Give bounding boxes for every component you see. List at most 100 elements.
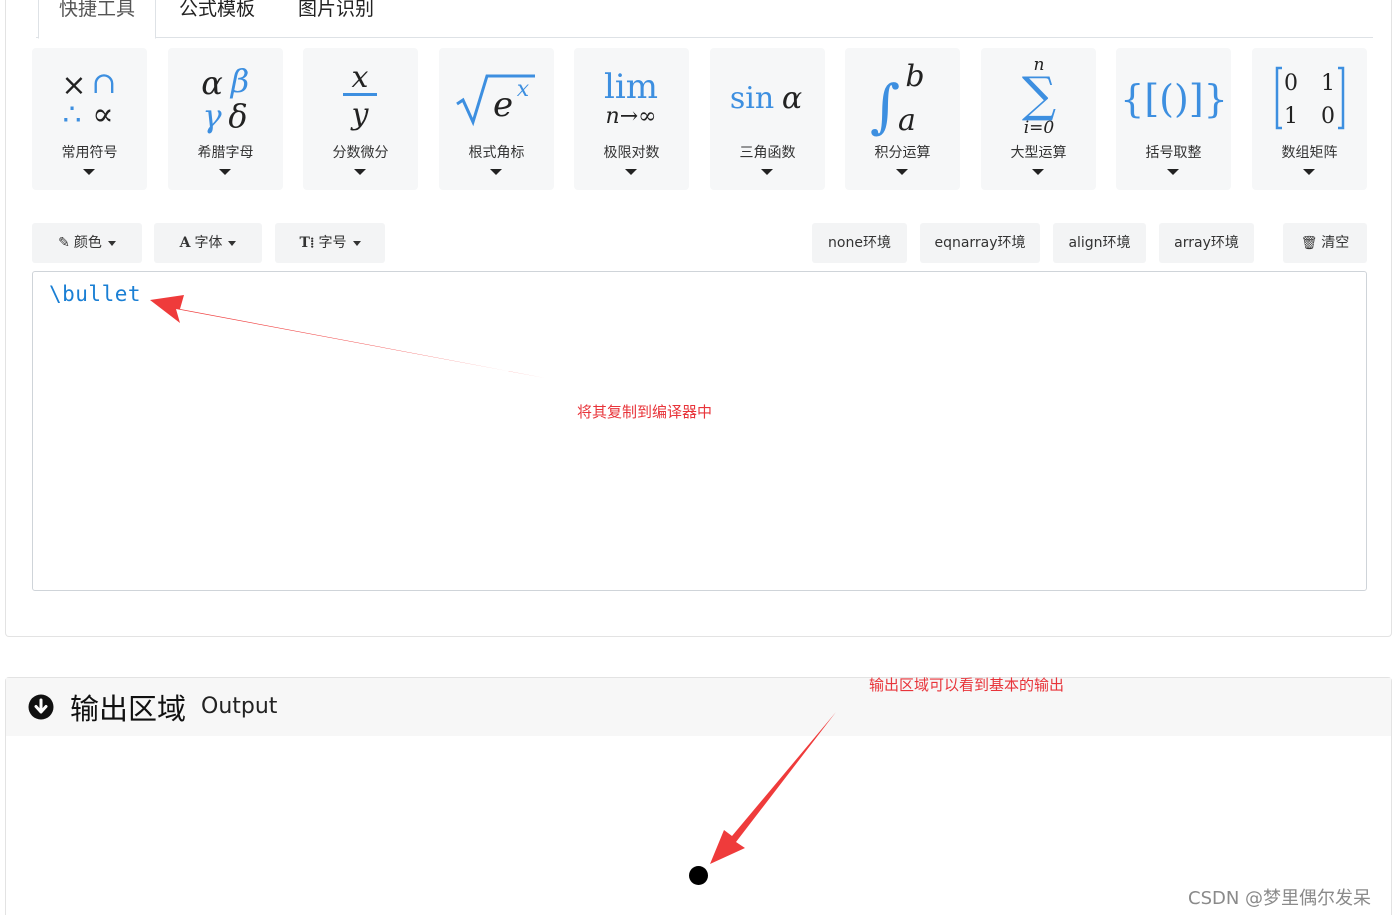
tool-label: 数组矩阵 [1281, 145, 1338, 161]
svg-text:n→∞: n→∞ [606, 104, 657, 129]
svg-text:e: e [493, 85, 513, 125]
font-label: 字体 [194, 235, 223, 251]
env-label: array环境 [1174, 235, 1239, 251]
rendered-bullet [689, 866, 708, 885]
tool-common-symbols[interactable]: × ∩ ∴ ∝ 常用符号 [32, 48, 147, 190]
tool-label: 常用符号 [61, 145, 118, 161]
font-icon: A [179, 235, 191, 251]
tool-trig[interactable]: sin α 三角函数 [710, 48, 825, 190]
svg-text:∝: ∝ [92, 95, 114, 133]
integral-icon: ∫ b a [845, 54, 960, 138]
size-dropdown-button[interactable]: T⁞ 字号 [275, 223, 385, 263]
svg-text:x: x [517, 77, 530, 102]
svg-text:sin: sin [730, 81, 774, 116]
tool-label: 分数微分 [332, 145, 389, 161]
svg-text:0: 0 [1284, 71, 1298, 96]
output-header: 输出区域 Output [6, 678, 1391, 736]
none-env-button[interactable]: none环境 [812, 223, 907, 263]
caret-down-icon [625, 169, 637, 175]
tab-image-recognition[interactable]: 图片识别 [278, 0, 394, 38]
tool-label: 极限对数 [603, 145, 660, 161]
env-label: align环境 [1068, 235, 1131, 251]
tool-roots[interactable]: e x 根式角标 [439, 48, 554, 190]
svg-text:α: α [782, 81, 802, 116]
caret-down-icon [83, 169, 95, 175]
caret-down-icon [896, 169, 908, 175]
svg-text:0: 0 [1321, 104, 1335, 129]
tool-label: 括号取整 [1145, 145, 1202, 161]
fraction-icon: x y [303, 54, 418, 138]
svg-text:γ: γ [202, 97, 222, 135]
svg-text:x: x [352, 60, 369, 95]
svg-text:b: b [905, 59, 924, 94]
tool-limits[interactable]: lim n→∞ 极限对数 [574, 48, 689, 190]
svg-text:lim: lim [604, 67, 658, 107]
trash-icon: 🗑 [1300, 236, 1318, 251]
editor-panel: 快捷工具 公式模板 图片识别 × ∩ ∴ ∝ 常用符号 α β γ δ 希腊字母 [5, 0, 1392, 637]
font-dropdown-button[interactable]: A 字体 [154, 223, 262, 263]
caret-down-icon [761, 169, 773, 175]
tool-label: 根式角标 [468, 145, 525, 161]
svg-text:∴: ∴ [62, 98, 81, 133]
color-dropdown-button[interactable]: ✎ 颜色 [32, 223, 142, 263]
editor-annotation: 将其复制到编译器中 [577, 403, 713, 421]
eqnarray-env-button[interactable]: eqnarray环境 [920, 223, 1040, 263]
root-icon: e x [439, 54, 554, 138]
array-env-button[interactable]: array环境 [1159, 223, 1254, 263]
tab-label: 快捷工具 [59, 0, 136, 20]
svg-text:∫: ∫ [870, 72, 900, 138]
tool-brackets[interactable]: {[()]} 括号取整 [1116, 48, 1231, 190]
caret-down-icon [1303, 169, 1315, 175]
limit-icon: lim n→∞ [574, 54, 689, 138]
caret-down-icon [354, 169, 366, 175]
common-symbols-icon: × ∩ ∴ ∝ [32, 54, 147, 138]
caret-down-icon [1167, 169, 1179, 175]
matrix-icon: 0 1 1 0 [1252, 54, 1367, 138]
align-env-button[interactable]: align环境 [1053, 223, 1146, 263]
brackets-icon: {[()]} [1116, 54, 1231, 138]
caret-down-icon [490, 169, 502, 175]
arrow-circle-down-icon [28, 694, 54, 720]
tab-label: 公式模板 [179, 0, 256, 20]
caret-down-icon [228, 240, 237, 246]
output-subtitle: Output [201, 694, 278, 719]
svg-text:1: 1 [1284, 104, 1298, 129]
sum-icon: n ∑ i=0 [981, 54, 1096, 138]
caret-down-icon [219, 169, 231, 175]
caret-down-icon [107, 240, 116, 246]
output-title: 输出区域 [70, 692, 187, 726]
watermark: CSDN @梦里偶尔发呆 [1188, 888, 1372, 909]
tool-large-operators[interactable]: n ∑ i=0 大型运算 [981, 48, 1096, 190]
output-annotation: 输出区域可以看到基本的输出 [869, 676, 1065, 694]
tool-label: 大型运算 [1010, 145, 1067, 161]
svg-text:β: β [230, 62, 250, 100]
svg-text:i=0: i=0 [1024, 118, 1055, 138]
tool-label: 希腊字母 [197, 145, 254, 161]
tab-label: 图片识别 [298, 0, 375, 20]
tool-fractions[interactable]: x y 分数微分 [303, 48, 418, 190]
env-label: eqnarray环境 [934, 235, 1026, 251]
svg-text:a: a [898, 103, 916, 138]
clear-label: 清空 [1321, 235, 1350, 251]
editor-code-text: \bullet [49, 282, 142, 306]
svg-text:{[()]}: {[()]} [1120, 77, 1228, 121]
svg-text:∑: ∑ [1022, 67, 1056, 123]
tab-bar: 快捷工具 公式模板 图片识别 [36, 0, 1373, 39]
latex-editor[interactable]: \bullet [32, 271, 1367, 591]
clear-button[interactable]: 🗑 清空 [1283, 223, 1367, 263]
tool-matrices[interactable]: 0 1 1 0 数组矩阵 [1252, 48, 1367, 190]
env-label: none环境 [828, 235, 891, 251]
tab-formula-templates[interactable]: 公式模板 [159, 0, 275, 38]
tool-greek-letters[interactable]: α β γ δ 希腊字母 [168, 48, 283, 190]
svg-text:y: y [350, 97, 370, 132]
trig-icon: sin α [710, 54, 825, 138]
size-label: 字号 [318, 235, 347, 251]
tab-quick-tools[interactable]: 快捷工具 [38, 0, 157, 39]
caret-down-icon [352, 240, 361, 246]
caret-down-icon [1032, 169, 1044, 175]
svg-text:δ: δ [228, 97, 247, 135]
tool-integrals[interactable]: ∫ b a 积分运算 [845, 48, 960, 190]
text-size-icon: T⁞ [299, 235, 315, 251]
greek-letters-icon: α β γ δ [168, 54, 283, 138]
brush-icon: ✎ [58, 235, 70, 251]
